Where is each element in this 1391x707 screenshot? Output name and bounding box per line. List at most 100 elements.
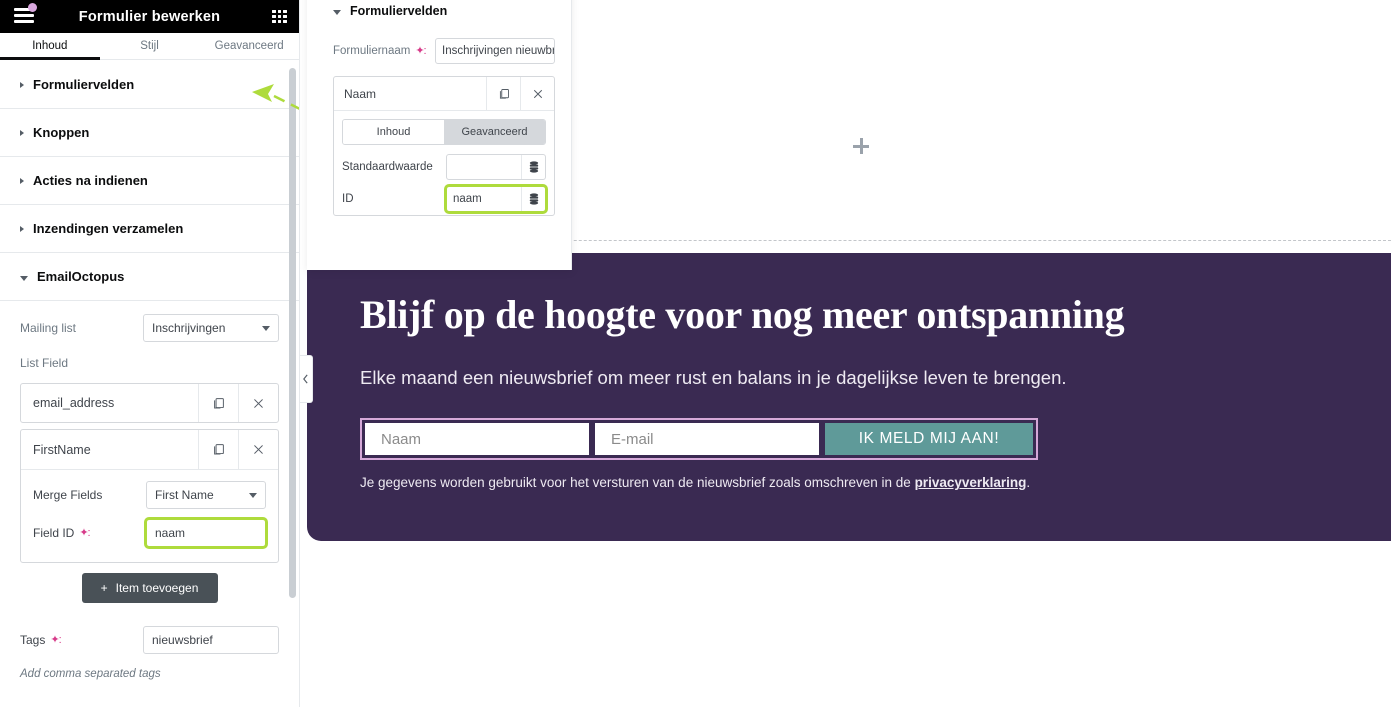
repeater-item-title[interactable]: email_address <box>21 384 198 422</box>
scrollbar-thumb[interactable] <box>289 68 296 598</box>
page-title: Formulier bewerken <box>78 8 221 25</box>
dynamic-tag-icon[interactable]: ✦: <box>415 45 426 57</box>
email-input[interactable]: E-mail <box>595 423 819 455</box>
form-name-value: Inschrijvingen nieuwbrief <box>442 45 555 57</box>
tags-label: Tags ✦: <box>20 633 143 647</box>
field-id-row: Field ID ✦: naam <box>21 514 278 552</box>
form-name-row: Formuliernaam ✦: Inschrijvingen nieuwbri… <box>307 34 571 68</box>
form-name-label: Formuliernaam ✦: <box>333 45 435 57</box>
privacy-text-prefix: Je gegevens worden gebruikt voor het ver… <box>360 475 915 490</box>
hero-subtitle: Elke maand een nieuwsbrief om meer rust … <box>360 367 1067 388</box>
chevron-right-icon <box>20 129 24 136</box>
default-value-label: Standaardwaarde <box>342 161 433 173</box>
tab-stijl[interactable]: Stijl <box>100 33 200 59</box>
section-label: Knoppen <box>33 125 90 140</box>
merge-fields-label: Merge Fields <box>33 488 103 502</box>
tags-input[interactable]: nieuwsbrief <box>143 626 279 654</box>
plus-icon[interactable] <box>853 138 869 154</box>
sidebar-item-inzendingen-verzamelen[interactable]: Inzendingen verzamelen <box>0 205 299 253</box>
close-icon[interactable] <box>238 384 278 422</box>
sidebar-item-acties-na-indienen[interactable]: Acties na indienen <box>0 157 299 205</box>
sidebar-scrollbar[interactable] <box>289 62 296 701</box>
section-label: Formuliervelden <box>33 77 135 92</box>
sidebar-header: Formulier bewerken <box>0 0 299 33</box>
field-id-row: ID naam <box>334 183 554 215</box>
list-field-row: List Field <box>0 349 299 377</box>
list-item[interactable]: email_address <box>20 383 279 423</box>
email-placeholder: E-mail <box>611 430 654 448</box>
field-id-control[interactable]: naam <box>444 184 548 214</box>
form-fields-popup-panel: Formuliervelden Formuliernaam ✦: Inschri… <box>307 0 572 270</box>
field-id-label: Field ID ✦: <box>33 526 146 540</box>
field-card-title[interactable]: Naam <box>334 77 486 110</box>
chevron-right-icon <box>20 177 24 184</box>
name-input[interactable]: Naam <box>365 423 589 455</box>
form-name-input[interactable]: Inschrijvingen nieuwbrief <box>435 38 555 64</box>
default-value-input[interactable] <box>447 155 521 179</box>
dynamic-tag-icon[interactable]: ✦: <box>79 527 90 539</box>
chevron-down-icon <box>20 275 28 281</box>
repeater-item-title[interactable]: FirstName <box>21 430 198 469</box>
privacy-policy-link[interactable]: privacyverklaring <box>915 475 1027 490</box>
tags-row: Tags ✦: nieuwsbrief <box>0 619 299 661</box>
newsletter-hero-section: Blijf op de hoogte voor nog meer ontspan… <box>307 253 1391 541</box>
section-label: EmailOctopus <box>37 269 125 284</box>
chevron-down-icon <box>262 325 270 331</box>
popup-section-header[interactable]: Formuliervelden <box>307 0 571 34</box>
hamburger-icon[interactable] <box>14 3 37 24</box>
chevron-down-icon <box>249 492 257 498</box>
database-icon[interactable] <box>521 187 545 211</box>
field-id-label: ID <box>342 193 354 205</box>
section-label: Inzendingen verzamelen <box>33 221 184 236</box>
privacy-text: Je gegevens worden gebruikt voor het ver… <box>360 475 1391 490</box>
sidebar-item-emailoctopus[interactable]: EmailOctopus <box>0 253 299 301</box>
chevron-right-icon <box>20 81 24 88</box>
chevron-right-icon <box>20 225 24 232</box>
duplicate-icon[interactable] <box>486 77 520 110</box>
hero-title: Blijf op de hoogte voor nog meer ontspan… <box>360 292 1125 337</box>
add-item-button[interactable]: + Item toevoegen <box>81 573 218 603</box>
list-field-repeater: email_address FirstName Merge Fields Fir… <box>0 377 299 603</box>
sidebar-item-formuliervelden[interactable]: Formuliervelden <box>0 61 299 109</box>
merge-fields-select[interactable]: First Name <box>146 481 266 509</box>
panel-collapse-handle[interactable] <box>300 355 313 403</box>
field-id-input[interactable]: naam <box>144 517 268 549</box>
field-card: Naam Inhoud Geavanceerd Standaardwaarde <box>333 76 555 216</box>
duplicate-icon[interactable] <box>198 430 238 469</box>
list-field-label: List Field <box>20 356 69 370</box>
field-id-input[interactable]: naam <box>447 187 521 211</box>
dynamic-tag-icon[interactable]: ✦: <box>50 634 61 646</box>
default-value-row: Standaardwaarde <box>334 151 554 183</box>
sidebar-item-knoppen[interactable]: Knoppen <box>0 109 299 157</box>
field-id-label-text: Field ID <box>33 526 75 540</box>
close-icon[interactable] <box>238 430 278 469</box>
name-placeholder: Naam <box>381 430 422 448</box>
database-icon[interactable] <box>521 155 545 179</box>
mailing-list-select[interactable]: Inschrijvingen <box>143 314 279 342</box>
app-root: Formulier bewerken Inhoud Stijl Geavance… <box>0 0 1391 707</box>
notification-dot <box>28 3 37 12</box>
subscribe-button[interactable]: IK MELD MIJ AAN! <box>825 423 1033 455</box>
section-label: Acties na indienen <box>33 173 148 188</box>
mailing-list-label: Mailing list <box>20 321 77 335</box>
tags-value: nieuwsbrief <box>152 633 213 647</box>
tab-geavanceerd[interactable]: Geavanceerd <box>199 33 299 59</box>
newsletter-form: Naam E-mail IK MELD MIJ AAN! <box>360 418 1038 460</box>
merge-fields-row: Merge Fields First Name <box>21 476 278 514</box>
field-tab-inhoud[interactable]: Inhoud <box>343 120 444 144</box>
mailing-list-value: Inschrijvingen <box>152 321 226 335</box>
field-id-value: naam <box>155 526 186 540</box>
merge-fields-value: First Name <box>155 488 214 502</box>
close-icon[interactable] <box>520 77 554 110</box>
field-tab-geavanceerd[interactable]: Geavanceerd <box>444 120 545 144</box>
popup-section-label: Formuliervelden <box>350 4 448 18</box>
form-name-label-text: Formuliernaam <box>333 45 411 57</box>
plus-icon: + <box>100 581 108 595</box>
duplicate-icon[interactable] <box>198 384 238 422</box>
grid-apps-icon[interactable] <box>272 10 287 23</box>
privacy-text-suffix: . <box>1026 475 1031 490</box>
tab-inhoud[interactable]: Inhoud <box>0 33 100 60</box>
editor-sidebar: Formulier bewerken Inhoud Stijl Geavance… <box>0 0 300 707</box>
field-card-tabs: Inhoud Geavanceerd <box>342 119 546 145</box>
default-value-control[interactable] <box>446 154 546 180</box>
